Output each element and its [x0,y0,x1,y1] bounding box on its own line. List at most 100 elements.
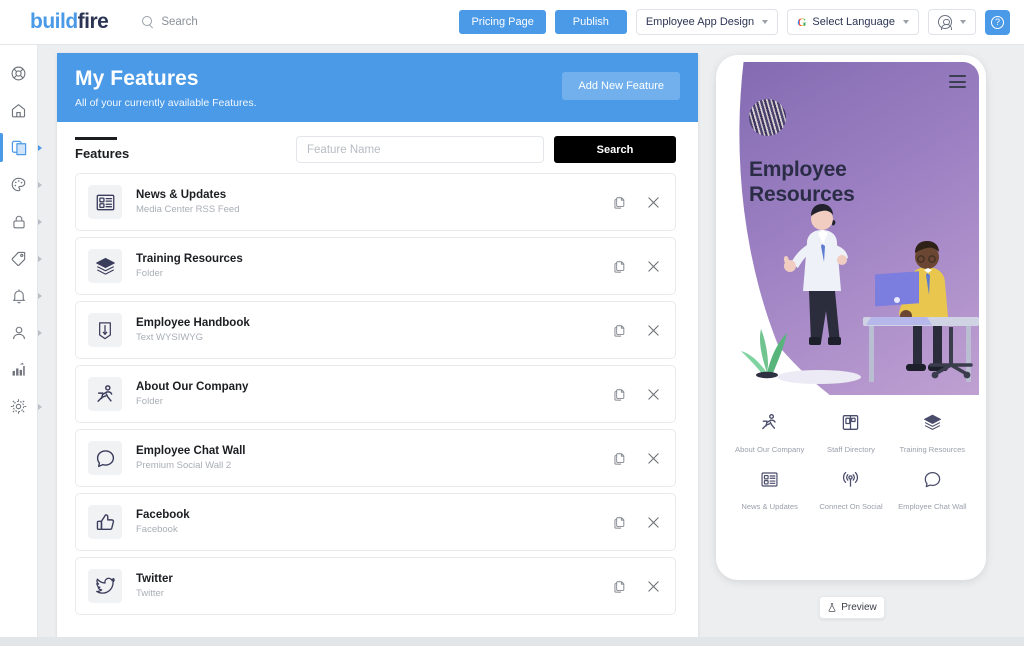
close-icon[interactable] [646,195,661,210]
duplicate-icon[interactable] [613,452,626,465]
close-icon[interactable] [646,259,661,274]
table-row[interactable]: Training Resources Folder [75,237,676,295]
table-row[interactable]: Employee Chat Wall Premium Social Wall 2 [75,429,676,487]
sidebar-item-analytics[interactable] [0,351,37,388]
close-icon[interactable] [646,387,661,402]
feature-title: News & Updates [136,189,227,201]
row-actions [613,515,661,530]
active-tab-underline [75,136,117,140]
phone-grid-item[interactable]: Training Resources [892,409,973,458]
table-row[interactable]: About Our Company Folder [75,365,676,423]
buildfire-logo[interactable]: buildfire [30,10,109,34]
duplicate-icon[interactable] [613,516,626,529]
sidebar-item-design[interactable] [0,166,42,203]
chevron-right-icon [38,292,42,299]
chat-bubble-icon [923,470,942,494]
close-icon[interactable] [646,323,661,338]
global-search[interactable]: Search [142,16,198,28]
duplicate-icon[interactable] [613,260,626,273]
palette-icon [11,177,26,192]
running-person-icon [88,377,122,411]
app-design-selector[interactable]: Employee App Design [635,9,779,35]
feature-subtitle: Media Center RSS Feed [136,204,240,215]
sidebar-item-marketing[interactable] [0,240,42,277]
tab-features[interactable]: Features [75,136,130,163]
chevron-down-icon [762,20,769,24]
layers-icon [923,413,942,437]
phone-screen: Employee Resources About Our Company Sta… [723,62,979,573]
sidebar-item-features[interactable] [0,129,42,166]
close-icon[interactable] [646,579,661,594]
feature-title: Training Resources [136,253,243,265]
row-actions [613,579,661,594]
user-account-icon [938,15,952,31]
phone-grid-item[interactable]: Employee Chat Wall [892,466,973,515]
phone-grid-item[interactable]: Connect On Social [810,466,891,515]
account-menu[interactable] [928,9,976,35]
sidebar-item-lifesaver[interactable] [0,55,37,92]
feature-title: About Our Company [136,381,249,393]
row-actions [613,387,661,402]
table-row[interactable]: News & Updates Media Center RSS Feed [75,173,676,231]
pricing-page-button[interactable]: Pricing Page [459,10,546,34]
sidebar-item-home[interactable] [0,92,37,129]
phone-grid-item[interactable]: Staff Directory [810,409,891,458]
language-selector[interactable]: G Select Language [787,9,919,35]
running-person-icon [760,413,779,437]
chevron-right-icon [38,255,42,262]
feature-search-button[interactable]: Search [554,136,676,163]
gear-icon [10,399,27,414]
feature-text: News & Updates Media Center RSS Feed [136,189,240,215]
phone-preview-frame: Employee Resources About Our Company Sta… [716,55,986,580]
top-actions: Pricing Page Publish Employee App Design… [459,9,1010,35]
duplicate-icon[interactable] [613,388,626,401]
sidebar-item-users[interactable] [0,314,42,351]
feature-text: Twitter Twitter [136,573,173,599]
phone-grid-item[interactable]: About Our Company [729,409,810,458]
feature-text: Training Resources Folder [136,253,243,279]
table-row[interactable]: Facebook Facebook [75,493,676,551]
phone-feature-grid: About Our Company Staff Directory Traini… [723,395,979,515]
twitter-bird-icon [88,569,122,603]
chevron-right-icon [38,218,42,225]
close-icon[interactable] [646,451,661,466]
feature-subtitle: Folder [136,396,163,407]
phone-grid-item[interactable]: News & Updates [729,466,810,515]
feature-title: Employee Chat Wall [136,445,246,457]
layers-icon [88,249,122,283]
sidebar-item-notifications[interactable] [0,277,42,314]
duplicate-icon[interactable] [613,196,626,209]
lock-icon [12,215,25,228]
row-actions [613,451,661,466]
logo-fire-text: fire [77,10,109,33]
sidebar-item-settings[interactable] [0,388,42,425]
sidebar-item-security[interactable] [0,203,42,240]
duplicate-icon[interactable] [613,324,626,337]
feature-title: Twitter [136,573,173,585]
feature-search-input[interactable] [296,136,544,163]
flask-icon [828,603,836,612]
help-button[interactable]: ? [985,9,1010,35]
search-icon [142,16,154,28]
publish-button[interactable]: Publish [554,10,627,34]
hamburger-menu-icon[interactable] [949,75,966,92]
hero-title-line2: Resources [749,182,855,206]
phone-hero-title: Employee Resources [749,158,855,208]
phone-grid-label: Employee Chat Wall [898,502,967,511]
broadcast-icon [841,470,860,494]
add-new-feature-button[interactable]: Add New Feature [562,72,680,100]
feature-title: Facebook [136,509,190,521]
table-row[interactable]: Twitter Twitter [75,557,676,615]
panel-header: My Features All of your currently availa… [57,53,698,122]
preview-button[interactable]: Preview [819,596,885,619]
tab-features-label: Features [75,145,130,161]
feature-text: Employee Handbook Text WYSIWYG [136,317,250,343]
close-icon[interactable] [646,515,661,530]
bottom-strip [0,637,1024,646]
app-design-selector-label: Employee App Design [645,16,755,28]
feature-subtitle: Twitter [136,588,164,599]
features-toolbar: Features Search [57,122,698,173]
chat-bubble-icon [88,441,122,475]
duplicate-icon[interactable] [613,580,626,593]
table-row[interactable]: Employee Handbook Text WYSIWYG [75,301,676,359]
